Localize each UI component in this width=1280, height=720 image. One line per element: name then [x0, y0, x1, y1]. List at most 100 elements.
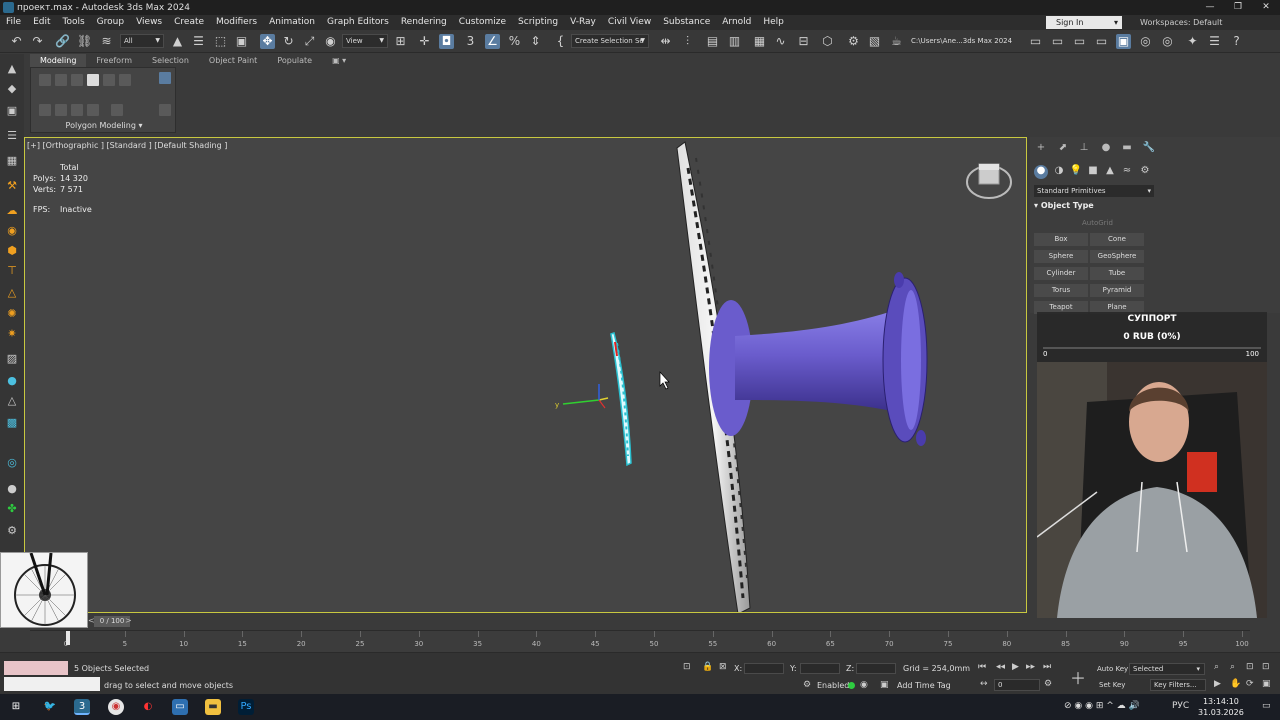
selected-disc[interactable]: [610, 332, 632, 467]
selection-filter-dropdown[interactable]: All ▼: [120, 34, 164, 48]
object-type-rollout[interactable]: ▾ Object Type: [1034, 201, 1094, 210]
tab-selection[interactable]: Selection: [142, 54, 199, 67]
next-frame-arrow[interactable]: >: [125, 616, 132, 625]
tab-object-paint[interactable]: Object Paint: [199, 54, 267, 67]
sun-icon[interactable]: ✺: [4, 307, 20, 321]
save-file-icon[interactable]: ▭: [1072, 34, 1087, 49]
element-mode-button[interactable]: [103, 74, 115, 86]
project-folder-path[interactable]: C:\Users\Ane...3ds Max 2024: [911, 34, 1021, 49]
menu-rendering[interactable]: Rendering: [395, 15, 453, 30]
box-tool-icon[interactable]: ▨: [4, 352, 20, 366]
menu-file[interactable]: File: [0, 15, 27, 30]
pivot-center-icon[interactable]: ⊞: [393, 34, 408, 49]
unlink-icon[interactable]: ⛓: [77, 34, 92, 49]
select-and-scale-icon[interactable]: ⤢: [302, 34, 317, 49]
sphere-button[interactable]: Sphere: [1034, 250, 1088, 263]
enabled-indicator[interactable]: [848, 682, 855, 689]
window-crossing-icon[interactable]: ▣: [234, 34, 249, 49]
z-coordinate-field[interactable]: [856, 663, 896, 674]
windows-start-icon[interactable]: ⊞: [8, 699, 24, 715]
curve-editor-icon[interactable]: ∿: [773, 34, 788, 49]
keyboard-shortcut-override-icon[interactable]: ◘: [439, 34, 454, 49]
layer-explorer-icon[interactable]: ▥: [727, 34, 742, 49]
track-bar[interactable]: 0510152025303540455055606570758085909510…: [30, 630, 1250, 652]
manipulate-icon[interactable]: ✛: [417, 34, 432, 49]
schematic-view-icon[interactable]: ⊟: [796, 34, 811, 49]
current-frame-marker[interactable]: [66, 631, 70, 645]
chrome-icon[interactable]: ◉: [108, 699, 124, 715]
graphite-tools-button[interactable]: [159, 72, 171, 84]
torus-button[interactable]: Torus: [1034, 284, 1088, 297]
zoom-all-icon[interactable]: ⌕: [1230, 662, 1235, 672]
set-key-big-icon[interactable]: ＋: [1070, 665, 1086, 689]
utilities-tab-icon[interactable]: 🔧: [1142, 141, 1156, 155]
keyboard-language[interactable]: РУС: [1172, 701, 1189, 711]
time-config-icon[interactable]: ⚙: [1044, 679, 1052, 689]
geosphere-button[interactable]: GeoSphere: [1090, 250, 1144, 263]
bind-spacewarp-icon[interactable]: ≋: [99, 34, 114, 49]
render-production-icon[interactable]: ☕: [889, 34, 904, 49]
shapes-icon[interactable]: ◑: [1052, 165, 1066, 179]
3dsmax-taskbar-icon[interactable]: 3: [74, 699, 90, 715]
select-and-rotate-icon[interactable]: ↻: [281, 34, 296, 49]
lattice-tool-icon[interactable]: ▩: [4, 416, 20, 430]
scene-explorer-icon[interactable]: ▤: [705, 34, 720, 49]
material-editor-icon[interactable]: ⬡: [820, 34, 835, 49]
mirror-icon[interactable]: ⇹: [658, 34, 673, 49]
time-tag-icon[interactable]: ◉: [860, 680, 868, 690]
helpers-icon[interactable]: ▲: [1103, 165, 1117, 179]
menu-scripting[interactable]: Scripting: [512, 15, 564, 30]
edit-named-selection-icon[interactable]: {: [553, 34, 568, 49]
y-coordinate-field[interactable]: [800, 663, 840, 674]
tube-button[interactable]: Tube: [1090, 267, 1144, 280]
menu-edit[interactable]: Edit: [27, 15, 56, 30]
file-explorer-icon[interactable]: ▬: [205, 699, 221, 715]
maxscript-listener[interactable]: [4, 661, 68, 675]
menu-list-icon[interactable]: ☰: [1207, 34, 1222, 49]
menu-help[interactable]: Help: [757, 15, 790, 30]
orbit-icon[interactable]: ⟳: [1246, 679, 1254, 689]
open-file-icon[interactable]: ▭: [1050, 34, 1065, 49]
menu-group[interactable]: Group: [91, 15, 130, 30]
menu-modifiers[interactable]: Modifiers: [210, 15, 263, 30]
spacewarp-icon[interactable]: △: [4, 286, 20, 300]
help-icon[interactable]: ?: [1229, 34, 1244, 49]
menu-graph-editors[interactable]: Graph Editors: [321, 15, 395, 30]
viewport-layout-icon[interactable]: ▣: [1116, 34, 1131, 49]
create-icon[interactable]: ▲: [4, 62, 20, 76]
isolate-selection-icon[interactable]: ⊡: [683, 662, 691, 672]
arnold-icon[interactable]: ◎: [1138, 34, 1153, 49]
play-icon[interactable]: ▶: [1012, 662, 1019, 672]
menu-views[interactable]: Views: [130, 15, 168, 30]
next-key-icon[interactable]: ▸▸: [1026, 662, 1035, 672]
geometry-category-dropdown[interactable]: Standard Primitives ▾: [1034, 185, 1154, 197]
tab-modeling[interactable]: Modeling: [30, 54, 87, 67]
camera-icon[interactable]: ◉: [4, 224, 20, 238]
rendered-frame-window-icon[interactable]: ▧: [867, 34, 882, 49]
light-icon[interactable]: ☁: [4, 204, 20, 218]
lock-selection-icon[interactable]: 🔒: [702, 662, 713, 672]
app-icon-bird[interactable]: 🐦: [42, 699, 58, 715]
grow-button[interactable]: [71, 104, 83, 116]
absolute-mode-icon[interactable]: ⊠: [719, 662, 727, 672]
add-time-tag[interactable]: Add Time Tag: [897, 681, 951, 690]
set-key-button[interactable]: Set Key: [1096, 679, 1128, 691]
reference-icon[interactable]: ▭: [1094, 34, 1109, 49]
motion-tab-icon[interactable]: ●: [1099, 141, 1113, 155]
tab-freeform[interactable]: Freeform: [86, 54, 142, 67]
menu-tools[interactable]: Tools: [57, 15, 91, 30]
key-filters-button[interactable]: Key Filters...: [1150, 679, 1206, 691]
menu-customize[interactable]: Customize: [453, 15, 512, 30]
align-icon[interactable]: ⫶: [680, 34, 695, 49]
render-setup-icon[interactable]: ⚙: [846, 34, 861, 49]
ribbon-settings-button[interactable]: [159, 104, 171, 116]
cameras-icon[interactable]: ■: [1086, 165, 1100, 179]
window-app-icon[interactable]: ▭: [172, 699, 188, 715]
viewcube[interactable]: [966, 163, 1012, 199]
autogrid-checkbox[interactable]: AutoGrid: [1082, 219, 1113, 227]
percent-snap-icon[interactable]: %: [507, 34, 522, 49]
lights-icon[interactable]: 💡: [1069, 165, 1083, 179]
hierarchy-icon[interactable]: ▣: [4, 104, 20, 118]
ring-button[interactable]: [39, 104, 51, 116]
mini-listener-icons[interactable]: [4, 677, 100, 691]
